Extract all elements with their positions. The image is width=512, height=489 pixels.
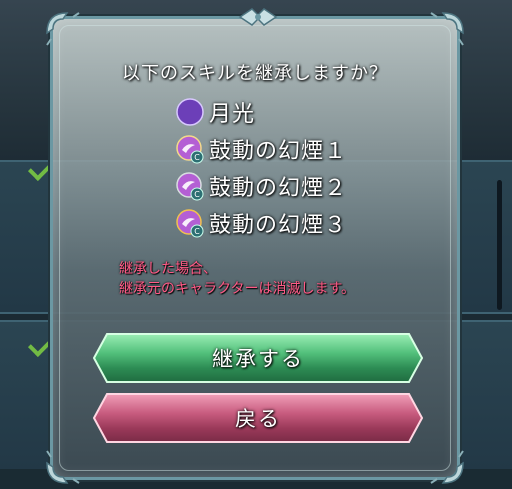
- skill-list: 月光 C 鼓動の幻煙１ C 鼓動の幻煙２ C 鼓動の幻煙３: [175, 93, 347, 241]
- skill-item: C 鼓動の幻煙１: [175, 130, 347, 167]
- frame-corner-ornament-icon: [43, 447, 83, 487]
- frame-corner-ornament-icon: [427, 447, 467, 487]
- skill-item: 月光: [175, 93, 347, 130]
- warning-line: 継承元のキャラクターは消滅します。: [119, 281, 356, 297]
- skill-item: C 鼓動の幻煙２: [175, 167, 347, 204]
- skill-name: 鼓動の幻煙３: [209, 212, 348, 238]
- frame-ornament-icon: [238, 5, 278, 29]
- skill-name: 鼓動の幻煙２: [209, 175, 348, 201]
- background-scrollbar: [497, 180, 502, 310]
- frame-corner-ornament-icon: [43, 9, 83, 49]
- skill-name: 鼓動の幻煙１: [209, 138, 348, 164]
- back-button[interactable]: 戻る: [93, 393, 423, 443]
- inherit-skill-dialog: 以下のスキルを継承しますか？ 月光 C 鼓動の幻煙１ C 鼓動の幻煙２ C 鼓動…: [46, 8, 464, 484]
- heartbeat-smoke-skill-icon: C: [175, 171, 205, 201]
- back-button-label: 戻る: [235, 407, 281, 431]
- inherit-button[interactable]: 継承する: [93, 333, 423, 383]
- skill-item: C 鼓動の幻煙３: [175, 204, 347, 241]
- heartbeat-smoke-skill-icon: C: [175, 134, 205, 164]
- frame-corner-ornament-icon: [427, 9, 467, 49]
- moonlight-skill-icon: [175, 97, 205, 127]
- skill-name: 月光: [209, 101, 256, 127]
- dialog-question: 以下のスキルを継承しますか？: [122, 63, 388, 84]
- inherit-button-label: 継承する: [212, 347, 304, 371]
- svg-text:C: C: [194, 190, 200, 199]
- svg-text:C: C: [194, 227, 200, 236]
- heartbeat-smoke-skill-icon: C: [175, 208, 205, 238]
- svg-text:C: C: [194, 153, 200, 162]
- warning-line: 継承した場合、: [119, 261, 217, 277]
- warning-message: 継承した場合、 継承元のキャラクターは消滅します。: [119, 259, 355, 299]
